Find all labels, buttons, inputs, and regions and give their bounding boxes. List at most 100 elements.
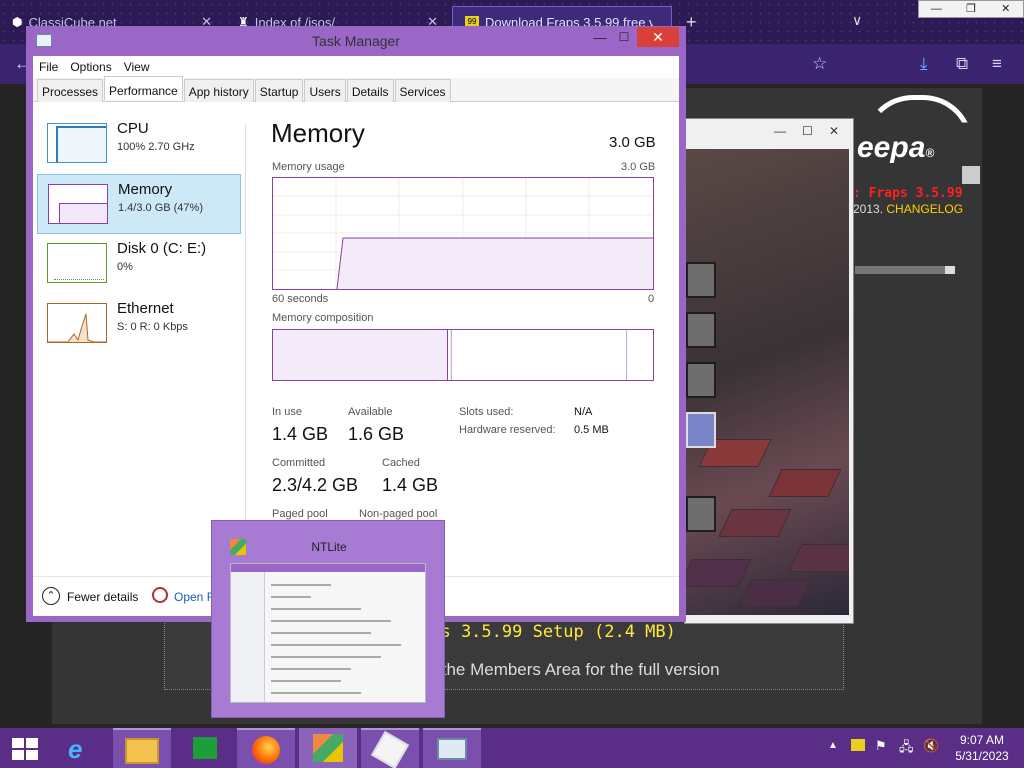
version-heading: : Fraps 3.5.99 xyxy=(853,186,963,201)
tab-list-button[interactable]: ∨ xyxy=(852,12,862,29)
store-icon[interactable] xyxy=(175,728,233,768)
usage-chart-label: Memory usage xyxy=(272,161,345,173)
changelog-link[interactable]: CHANGELOG xyxy=(886,202,963,216)
floor-tile xyxy=(718,509,792,537)
folder-glyph xyxy=(125,738,159,764)
menu-options[interactable]: Options xyxy=(64,56,117,78)
menu-file[interactable]: File xyxy=(33,56,64,78)
scrollbar-thumb[interactable] xyxy=(962,166,980,184)
fraps-tray-icon[interactable] xyxy=(851,739,865,768)
maximize-button[interactable]: ☐ xyxy=(802,124,813,138)
slots-value: N/A xyxy=(574,406,593,418)
maximize-button[interactable]: ☐ xyxy=(612,30,636,48)
memory-total: 3.0 GB xyxy=(609,134,656,151)
store-glyph xyxy=(193,737,217,759)
internet-explorer-icon[interactable]: e xyxy=(52,728,110,768)
menu-button[interactable] xyxy=(686,362,716,398)
preview-line xyxy=(271,620,391,622)
tab-performance[interactable]: Performance xyxy=(104,76,183,100)
new-tab-button[interactable]: + xyxy=(686,12,697,33)
in-use-value: 1.4 GB xyxy=(272,424,329,444)
close-button[interactable]: ✕ xyxy=(637,27,679,47)
sidebar-item-disk[interactable]: Disk 0 (C: E:) 0% xyxy=(37,234,241,294)
firefox-icon[interactable] xyxy=(237,728,295,768)
star-icon[interactable]: ☆ xyxy=(812,54,827,74)
maximize-button[interactable]: ❐ xyxy=(954,1,989,17)
preview-line xyxy=(271,692,361,694)
tab-processes[interactable]: Processes xyxy=(37,79,104,102)
taskmgr-glyph xyxy=(437,738,467,760)
sidebar-item-value: S: 0 R: 0 Kbps xyxy=(117,321,188,333)
preview-line xyxy=(271,608,361,610)
classicube-icon[interactable] xyxy=(361,728,419,768)
puzzle-icon[interactable]: ⧉ xyxy=(956,54,968,74)
taskbar-thumbnail-popup[interactable]: NTLite xyxy=(211,520,445,718)
floor-tile xyxy=(768,469,842,497)
task-manager-icon[interactable] xyxy=(423,728,481,768)
tab-users[interactable]: Users xyxy=(304,79,346,102)
logo-mark: ® xyxy=(925,146,935,160)
memory-mini-graph xyxy=(48,184,108,224)
sidebar-item-memory[interactable]: Memory 1.4/3.0 GB (47%) xyxy=(37,174,241,234)
menu-view[interactable]: View xyxy=(118,56,156,78)
tab-startup[interactable]: Startup xyxy=(254,79,304,102)
tab-details[interactable]: Details xyxy=(346,79,394,102)
floor-tile xyxy=(788,544,849,572)
classicube-tab-icon: ⬢ xyxy=(12,15,23,29)
network-icon[interactable]: 🖧 xyxy=(899,738,914,768)
memory-graph-fill xyxy=(59,203,107,223)
download-link[interactable]: aps 3.5.99 Setup (2.4 MB) xyxy=(420,622,676,642)
show-hidden-icons-button[interactable]: ▲ xyxy=(828,740,838,768)
slots-label: Slots used: xyxy=(459,406,514,418)
progress-bar xyxy=(855,266,955,274)
nonpaged-pool-label: Non-paged pool xyxy=(359,508,438,520)
thumbnail-preview[interactable] xyxy=(230,563,426,703)
close-button[interactable]: ✕ xyxy=(829,124,839,138)
open-resource-monitor-link[interactable]: Open R xyxy=(174,590,215,604)
hardware-reserved-value: 0.5 MB xyxy=(574,424,609,436)
menu-button[interactable] xyxy=(686,312,716,348)
fewer-details-link[interactable]: Fewer details xyxy=(67,590,138,604)
minimize-button[interactable]: — xyxy=(588,30,612,48)
file-explorer-icon[interactable] xyxy=(113,728,171,768)
game-titlebar: — ☐ ✕ xyxy=(685,119,853,143)
menu-button-selected[interactable] xyxy=(686,412,716,448)
members-text: sit the Members Area for the full versio… xyxy=(420,660,720,679)
preview-sidebar xyxy=(231,572,265,702)
ntlite-icon[interactable] xyxy=(299,728,357,768)
minimize-button[interactable]: — xyxy=(774,124,786,138)
classicube-glyph xyxy=(370,730,410,768)
preview-line xyxy=(271,596,311,598)
start-button[interactable] xyxy=(0,728,52,768)
memory-composition-bar xyxy=(272,329,654,381)
tab-services[interactable]: Services xyxy=(394,79,451,102)
windows-logo-icon xyxy=(12,738,38,760)
download-icon[interactable]: ⤓ xyxy=(920,54,928,74)
chevron-up-icon[interactable]: ⌃ xyxy=(42,587,60,605)
menu-button[interactable] xyxy=(686,262,716,298)
menu-button[interactable] xyxy=(686,496,716,532)
titlebar: Task Manager — ☐ ✕ xyxy=(26,26,686,56)
menu-bar: File Options View xyxy=(33,56,679,78)
in-use-segment xyxy=(273,330,448,380)
minimize-button[interactable]: — xyxy=(919,1,954,17)
paged-pool-label: Paged pool xyxy=(272,508,328,520)
free-divider xyxy=(626,330,627,380)
volume-muted-icon[interactable]: 🔇 xyxy=(923,738,939,768)
preview-line xyxy=(271,668,351,670)
sidebar-item-ethernet[interactable]: Ethernet S: 0 R: 0 Kbps xyxy=(37,294,241,354)
taskbar: e ▲ ⚑ 🖧 🔇 9:07 AM 5/31/2023 xyxy=(0,728,1024,768)
floor-tile xyxy=(685,559,752,587)
preview-line xyxy=(271,632,371,634)
resource-monitor-icon xyxy=(152,587,168,603)
tab-app-history[interactable]: App history xyxy=(183,79,254,102)
pane-divider xyxy=(245,124,246,544)
available-label: Available xyxy=(348,406,393,418)
disk-mini-graph xyxy=(47,243,107,283)
close-button[interactable]: ✕ xyxy=(988,1,1023,17)
sidebar-item-cpu[interactable]: CPU 100% 2.70 GHz xyxy=(37,114,241,174)
committed-value: 2.3/4.2 GB xyxy=(272,475,359,495)
hamburger-icon[interactable]: ≡ xyxy=(992,54,1002,74)
flag-icon[interactable]: ⚑ xyxy=(875,738,887,768)
clock[interactable]: 9:07 AM 5/31/2023 xyxy=(950,732,1014,764)
